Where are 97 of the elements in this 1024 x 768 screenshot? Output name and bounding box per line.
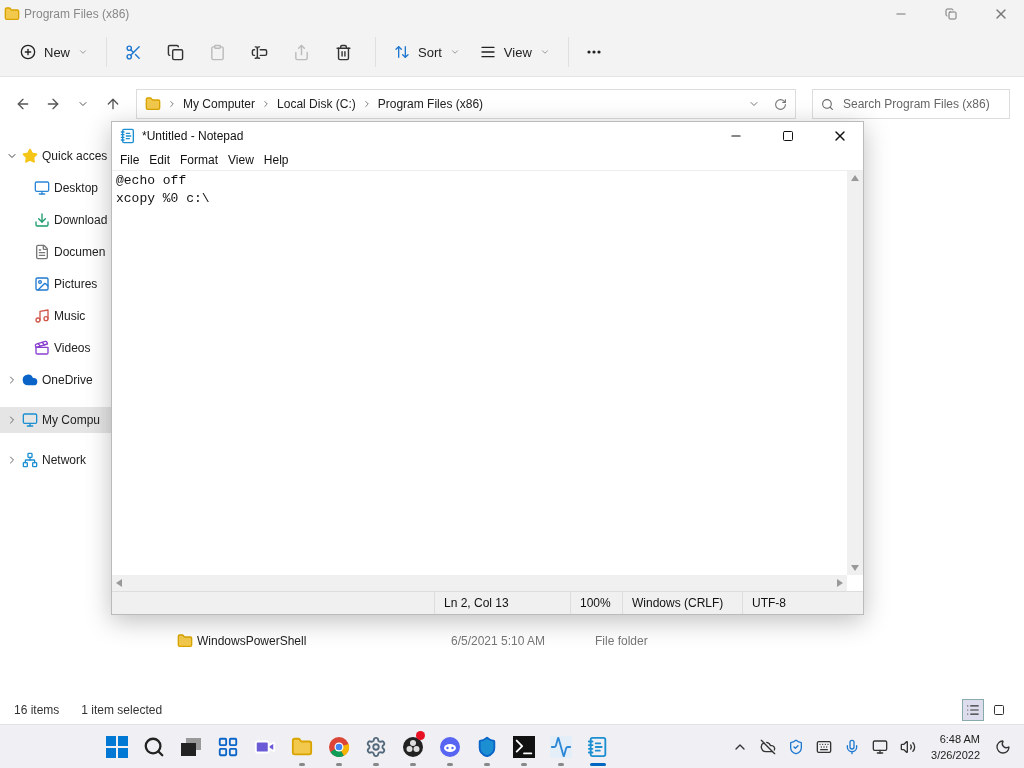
task-view-icon (179, 736, 202, 757)
settings-icon (364, 735, 387, 758)
chart-icon (549, 735, 572, 758)
caret-icon (78, 47, 88, 57)
sidebar-item[interactable]: Documen (0, 239, 111, 265)
sidebar-item[interactable]: Music (0, 303, 111, 329)
plus-circle-icon (20, 44, 36, 60)
status-text: Windows (CRLF) (622, 592, 742, 614)
browser-icon (327, 735, 350, 758)
video-icon (34, 340, 50, 356)
file-type: File folder (595, 634, 649, 648)
details-view-button[interactable] (962, 699, 984, 721)
item-count: 16 items (14, 703, 60, 717)
music-icon (34, 308, 50, 324)
shield-check-icon (788, 738, 805, 755)
keyboard-icon (816, 738, 833, 755)
chat-bubble-icon (438, 735, 461, 758)
sort-icon (394, 44, 410, 60)
rename-icon (251, 43, 268, 61)
cloud-off-icon (760, 738, 777, 755)
status-text: Ln 2, Col 13 (434, 592, 570, 614)
share-icon (293, 43, 310, 61)
widgets-icon (216, 735, 239, 758)
breadcrumb[interactable]: My Computer (183, 97, 256, 111)
menu-item[interactable]: File (116, 153, 144, 167)
scroll-up-icon (851, 175, 859, 181)
sidebar-item[interactable]: Network (0, 447, 111, 473)
clipboard-icon (209, 43, 226, 61)
restore-icon (945, 8, 957, 20)
sidebar-item[interactable]: Quick acces (0, 143, 111, 169)
trash-icon (335, 43, 352, 61)
caret-icon (539, 47, 550, 57)
caret-icon (449, 47, 460, 57)
sidebar-item[interactable]: Desktop (0, 175, 111, 201)
scroll-down-icon (851, 565, 859, 571)
scroll-right-icon (837, 579, 843, 587)
sort-button[interactable]: Sort (386, 35, 468, 69)
document-icon (34, 244, 50, 260)
list-icon (966, 703, 980, 717)
cloud-icon (22, 372, 38, 388)
sidebar-item[interactable]: Pictures (0, 271, 111, 297)
window-title: *Untitled - Notepad (142, 129, 245, 143)
folder-icon (290, 735, 313, 758)
breadcrumb[interactable]: Local Disk (C:) (277, 97, 356, 111)
picture-icon (34, 276, 50, 292)
folder-icon (4, 6, 20, 22)
new-button[interactable]: New (12, 35, 96, 69)
notepad-icon (120, 128, 136, 144)
notification-badge (416, 730, 425, 740)
menu-item[interactable]: Help (259, 153, 293, 167)
menu-item[interactable]: Edit (145, 153, 175, 167)
sidebar-item[interactable]: Download (0, 207, 111, 233)
file-name[interactable]: WindowsPowerShell (197, 634, 451, 648)
monitor-icon (872, 738, 889, 755)
folder-icon (177, 633, 193, 649)
view-button[interactable]: View (471, 35, 558, 69)
monitor-icon (22, 412, 38, 428)
text-editor[interactable]: @echo off xcopy %0 c:\ (112, 171, 847, 575)
status-text: UTF-8 (742, 592, 852, 614)
square-icon (993, 704, 1005, 716)
search-icon (142, 735, 165, 758)
vertical-scrollbar[interactable] (847, 171, 863, 575)
sidebar-item[interactable]: My Compu (0, 407, 111, 433)
notepad-icon (586, 735, 609, 758)
maximize-icon (782, 130, 794, 142)
lines-icon (479, 44, 496, 60)
selection-count: 1 item selected (81, 703, 163, 717)
search-field[interactable]: Search Program Files (x86) (812, 89, 1010, 119)
recorder-icon (401, 735, 424, 758)
desktop-icon (34, 180, 50, 196)
status-text: 100% (570, 592, 622, 614)
more-icon (586, 50, 601, 54)
clock[interactable]: 6:48 AM 3/26/2022 (931, 730, 980, 763)
arrow-right-icon (45, 96, 61, 112)
menu-item[interactable]: Format (176, 153, 223, 167)
network-icon (22, 452, 38, 468)
horizontal-scrollbar[interactable] (112, 575, 847, 591)
terminal-icon (512, 735, 535, 758)
copy-icon (167, 43, 184, 61)
address-bar[interactable]: My Computer Local Disk (C:) Program Files (x86) (136, 89, 796, 119)
sidebar-item[interactable]: Videos (0, 335, 111, 361)
moon-icon (995, 738, 1011, 755)
volume-icon (900, 738, 917, 755)
download-icon (34, 212, 50, 228)
folder-icon (145, 96, 161, 112)
scissors-icon (125, 43, 142, 61)
windows-logo-icon (105, 735, 128, 758)
file-date: 6/5/2021 5:10 AM (451, 634, 547, 648)
star-icon (22, 148, 38, 164)
search-icon (821, 98, 834, 111)
menu-item[interactable]: View (224, 153, 258, 167)
window-title: Program Files (x86) (24, 7, 131, 21)
refresh-icon (774, 97, 787, 111)
breadcrumb[interactable]: Program Files (x86) (377, 97, 484, 111)
sidebar-item[interactable]: OneDrive (0, 367, 111, 393)
scroll-left-icon (116, 579, 122, 587)
chevron-icon (167, 99, 177, 109)
